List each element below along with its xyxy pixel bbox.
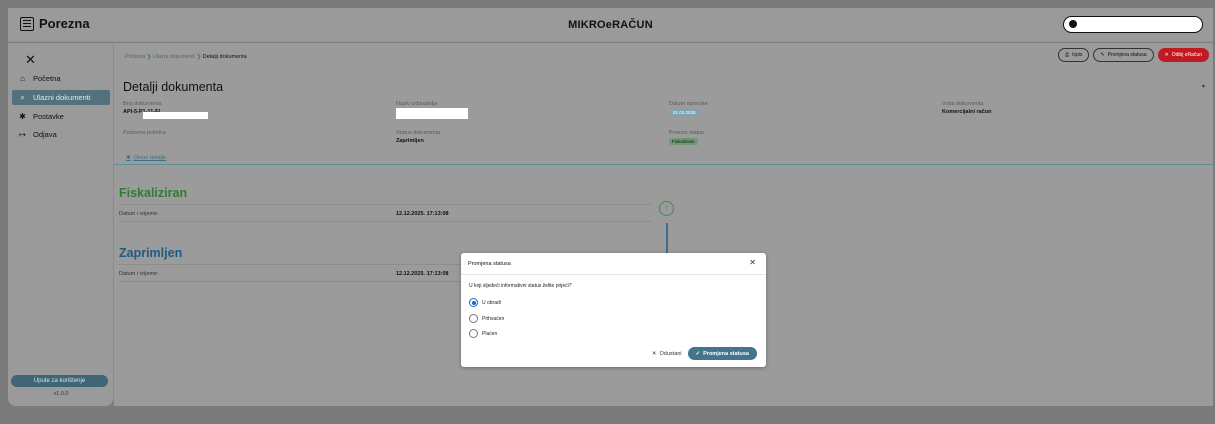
arrow-up-icon: ↑ [659, 201, 674, 216]
user-name-redacted [1080, 18, 1196, 30]
print-button-label: Ispis [1072, 52, 1083, 58]
history-row-value: 12.12.2025. 17:13:08 [396, 271, 449, 277]
home-icon: ⌂ [20, 74, 25, 83]
field-tax-status: Porezni status Fiskaliziran [669, 130, 704, 145]
print-button[interactable]: ⎙ Ispis [1058, 48, 1090, 62]
close-icon[interactable]: ✕ [749, 258, 756, 267]
radio-button[interactable] [469, 314, 478, 323]
sidebar-item-label: Početna [33, 74, 61, 83]
field-value: Komercijalni račun [942, 109, 992, 115]
field-doc-type: Vrsta dokumenta Komercijalni račun [942, 101, 992, 115]
pencil-icon: ✎ [1100, 52, 1105, 58]
field-label: Datum isporuke [669, 101, 708, 107]
gear-icon: ✱ [126, 155, 131, 161]
redacted-value [396, 108, 468, 119]
field-label: Naziv izdavatelja [396, 101, 438, 107]
cancel-button[interactable]: ✕ Odustani [652, 351, 682, 357]
history-title: Fiskaliziran [119, 186, 188, 200]
history-row: Datum i vrijeme: 12.12.2025. 17:13:08 [118, 204, 652, 222]
sidebar-item-label: Ulazni dokumenti [33, 93, 91, 102]
close-icon: ✕ [651, 350, 657, 357]
field-delivery-date: Datum isporuke 01.02.2025 [669, 101, 708, 116]
reject-button-label: Odbij eRačun [1171, 52, 1202, 58]
radio-option-accepted[interactable]: Prihvaćen [469, 314, 504, 323]
close-icon[interactable]: ✕ [25, 52, 36, 68]
history-entry: Fiskaliziran Datum i vrijeme: 12.12.2025… [118, 186, 652, 222]
close-icon: ✕ [1164, 52, 1169, 58]
radio-label: Plaćen [482, 330, 498, 337]
radio-button[interactable] [469, 329, 478, 338]
history-row-label: Datum i vrijeme: [119, 271, 159, 277]
page-title: Detalji dokumenta [123, 80, 224, 94]
redacted-value [143, 112, 208, 119]
change-status-modal: Promjena statusa ✕ U koji sljedeći infor… [461, 253, 766, 367]
field-label: Status dokumenta [396, 130, 441, 136]
field-doc-status: Status dokumenta Zaprimljen [396, 130, 440, 144]
page-actions: ⎙ Ispis ✎ Promjena statusa ✕ Odbij eRaču… [1058, 48, 1209, 62]
radio-button[interactable] [469, 298, 478, 307]
logout-icon: ↦ [19, 130, 26, 139]
check-icon: ✓ [695, 350, 701, 357]
confirm-status-button[interactable]: ✓ Promjena statusa [687, 347, 757, 360]
user-menu[interactable] [1063, 16, 1203, 33]
help-button[interactable]: Upute za korištenje [11, 375, 108, 387]
modal-title: Promjena statusa [468, 261, 511, 267]
field-label: Porezni status [669, 130, 704, 136]
field-label: Broj dokumenta [123, 101, 162, 107]
status-badge: Fiskaliziran [669, 138, 698, 145]
reject-button[interactable]: ✕ Odbij eRačun [1157, 48, 1209, 62]
confirm-button-label: Promjena statusa [703, 350, 749, 357]
change-status-button-label: Promjena statusa [1107, 52, 1147, 58]
gear-icon: ✱ [19, 112, 26, 121]
field-value: Zaprimljen [396, 138, 424, 144]
history-row-value: 12.12.2025. 17:13:08 [396, 211, 449, 217]
breadcrumb-section[interactable]: Ulazni dokumenti [153, 54, 195, 60]
field-label: Vrsta dokumenta [942, 101, 984, 107]
breadcrumb-home[interactable]: Početna [125, 54, 145, 60]
details-bar: ✱ Otvori detalje [114, 153, 1213, 165]
sidebar-item-settings[interactable]: ✱ Postavke [12, 109, 110, 124]
sidebar-item-label: Odjava [33, 130, 57, 139]
chevron-down-icon[interactable]: ▾ [1202, 83, 1205, 90]
user-icon [1069, 20, 1077, 28]
app-title: MIKROeRAČUN [568, 19, 653, 31]
modal-actions: ✕ Odustani ✓ Promjena statusa [652, 347, 757, 360]
top-bar: Porezna MIKROeRAČUN [8, 8, 1213, 42]
breadcrumb-current: Detalji dokumenta [202, 54, 247, 60]
field-sender: Naziv izdavatelja [396, 101, 468, 119]
field-label: Poslovna jedinica [123, 130, 166, 136]
document-search-icon: ⌕ [20, 92, 25, 102]
field-doc-number: Broj dokumenta API-5-P1-11-FI [123, 101, 208, 119]
radio-label: Prihvaćen [482, 315, 505, 322]
field-business-unit: Poslovna jedinica [123, 130, 166, 136]
history-row-label: Datum i vrijeme: [119, 211, 159, 217]
sidebar-item-home[interactable]: ⌂ Početna [12, 71, 110, 86]
modal-header: Promjena statusa ✕ [461, 253, 766, 275]
open-details-link[interactable]: ✱ Otvori detalje [126, 155, 166, 161]
radio-option-paid[interactable]: Plaćen [469, 329, 497, 338]
modal-question: U koji sljedeći informativni status želi… [469, 283, 572, 289]
sidebar-item-logout[interactable]: ↦ Odjava [12, 127, 110, 142]
breadcrumb: Početna ❯ Ulazni dokumenti ❯ Detalji dok… [125, 54, 247, 60]
version-label: v1.0.0 [53, 391, 69, 397]
radio-option-in-processing[interactable]: U obradi [469, 298, 501, 307]
sidebar-item-incoming-documents[interactable]: ⌕ Ulazni dokumenti [12, 90, 110, 105]
printer-icon: ⎙ [1065, 52, 1070, 58]
change-status-button[interactable]: ✎ Promjena statusa [1093, 48, 1154, 62]
open-details-label: Otvori detalje [133, 155, 167, 161]
date-badge: 01.02.2025 [669, 109, 700, 116]
radio-label: U obradi [482, 299, 501, 306]
sidebar-item-label: Postavke [33, 112, 64, 121]
sidebar: ✕ ⌂ Početna ⌕ Ulazni dokumenti ✱ Postavk… [8, 43, 114, 406]
cancel-button-label: Odustani [659, 350, 682, 357]
